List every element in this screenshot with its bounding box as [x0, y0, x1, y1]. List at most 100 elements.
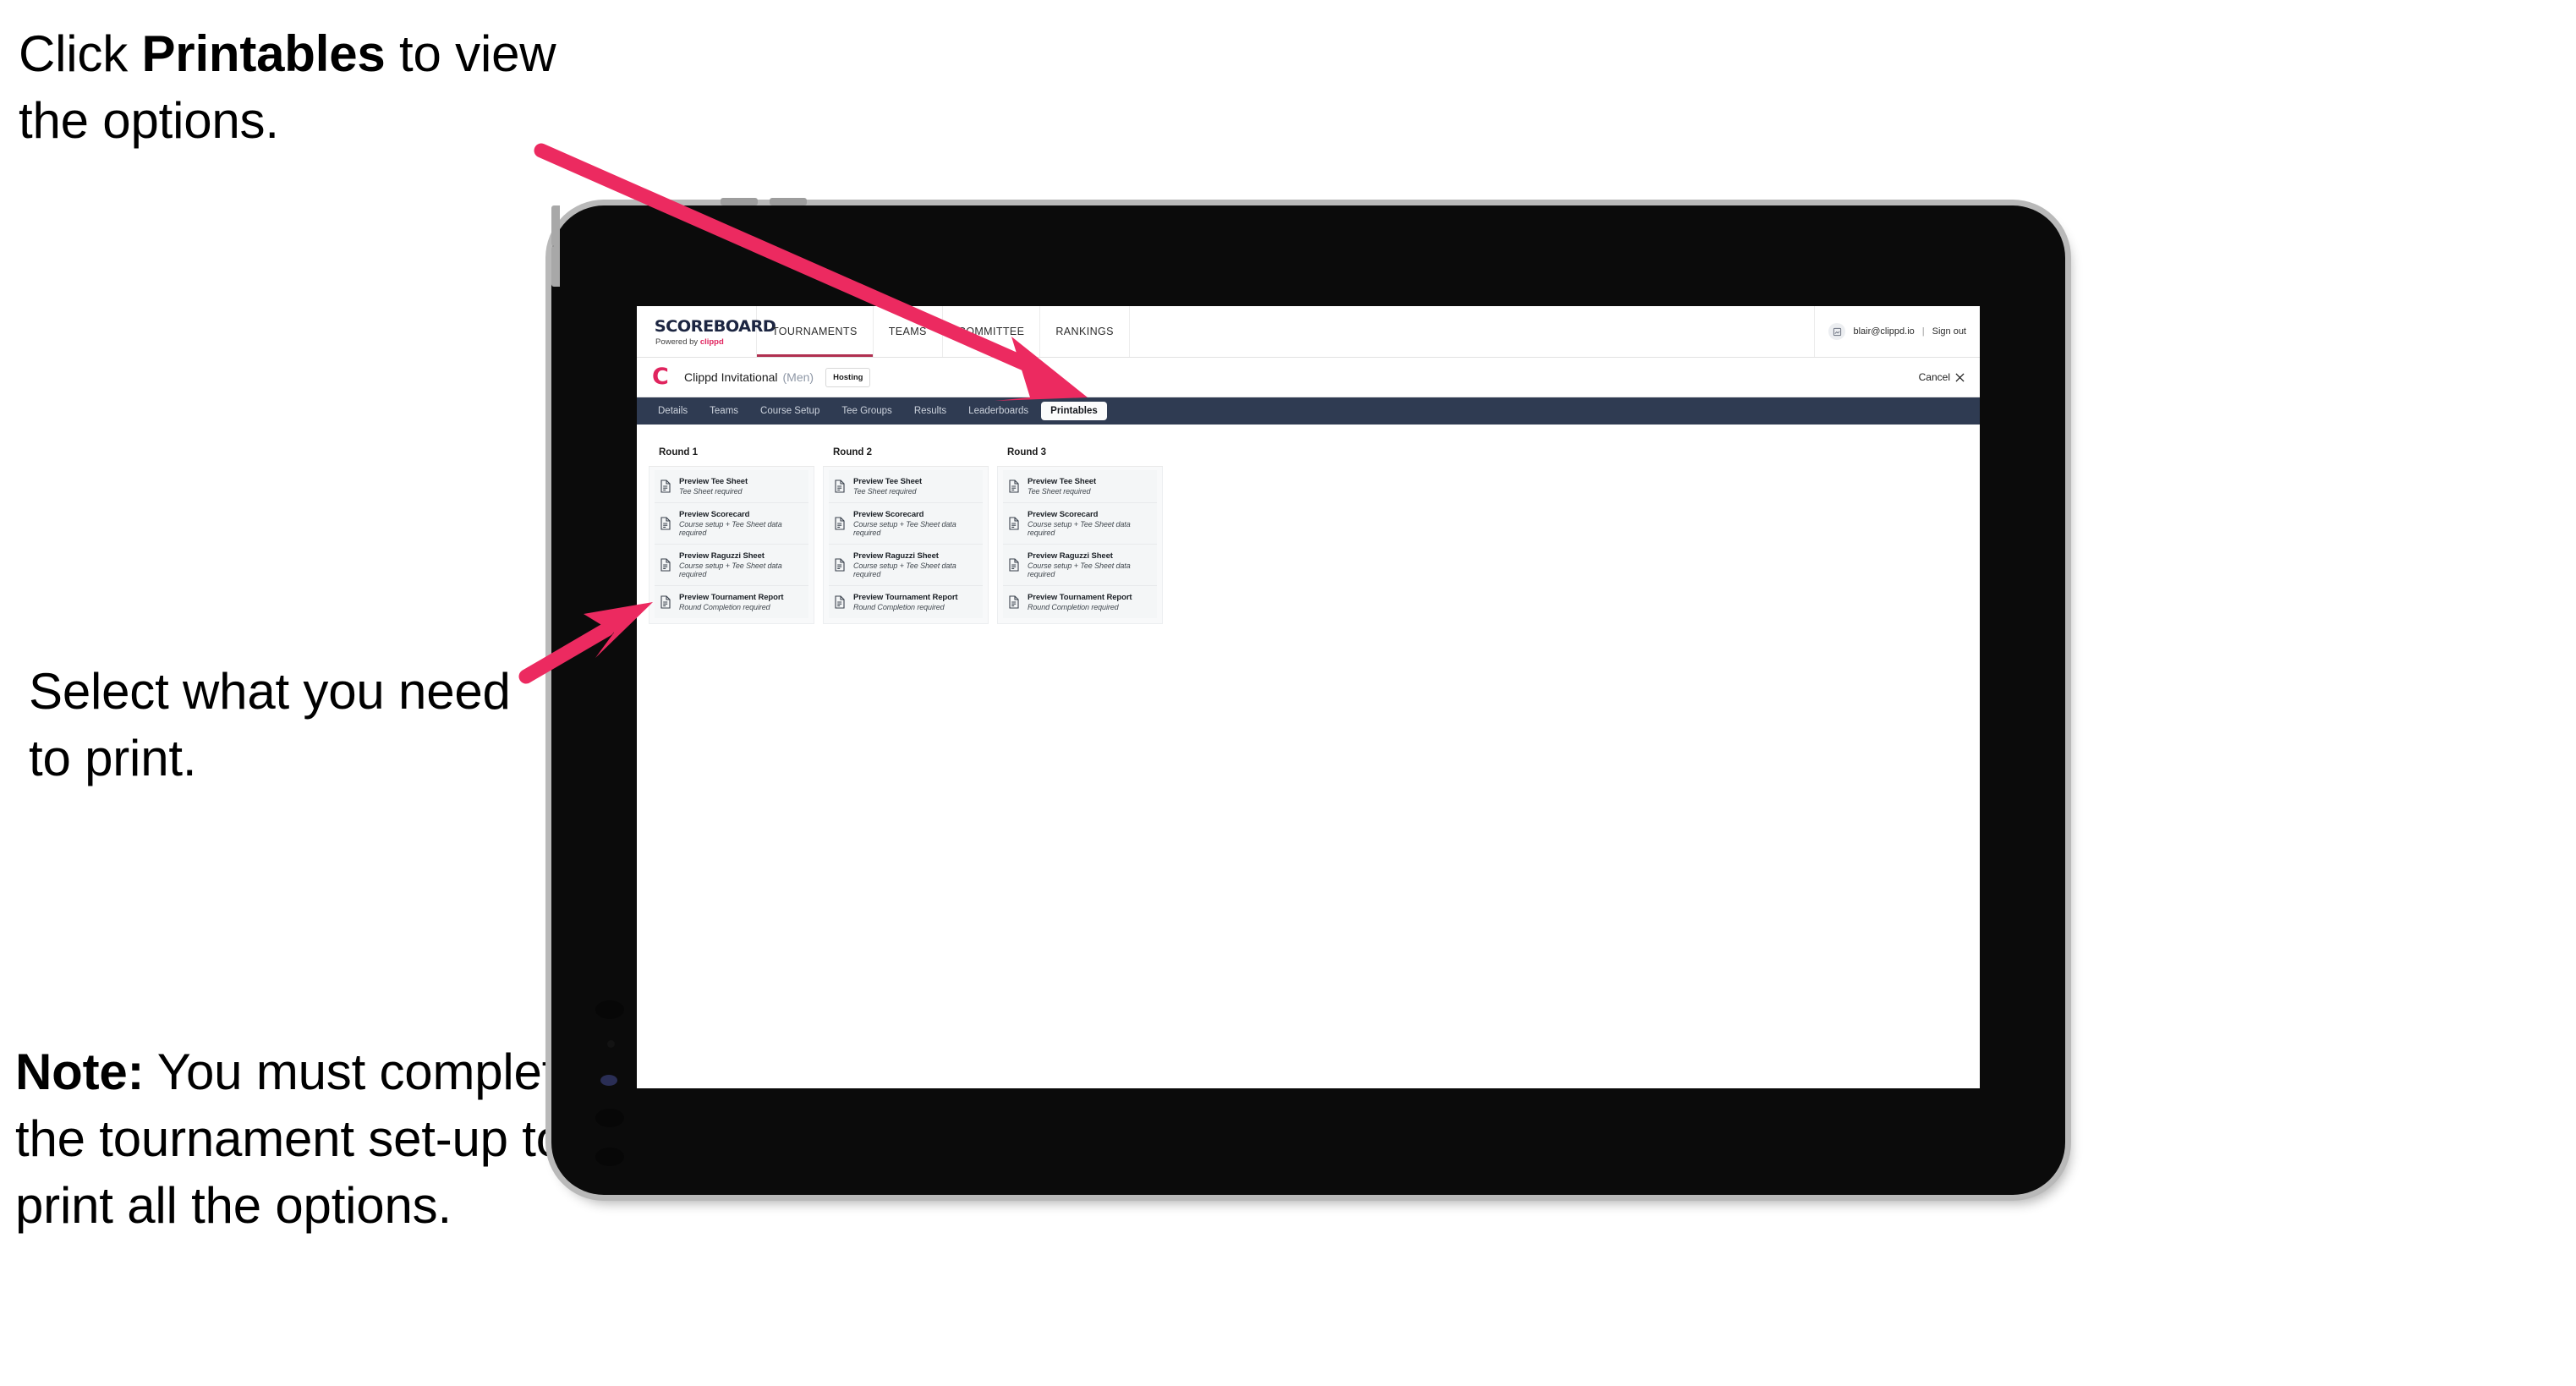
tab-course-setup[interactable]: Course Setup [751, 402, 829, 420]
document-icon [660, 479, 671, 493]
printable-item-scorecard[interactable]: Preview Scorecard Course setup + Tee She… [829, 503, 983, 545]
printable-subtitle: Course setup + Tee Sheet data required [853, 562, 956, 578]
topnav-label: TOURNAMENTS [772, 326, 858, 337]
printable-item-scorecard[interactable]: Preview Scorecard Course setup + Tee She… [655, 503, 808, 545]
tournament-name: Clippd Invitational [684, 370, 778, 384]
round-items: Preview Tee Sheet Tee Sheet required Pre… [649, 467, 814, 624]
clippd-brand-text: clippd [699, 337, 724, 347]
printable-subtitle: Round Completion required [853, 603, 945, 611]
app-screen: SCOREBOARD Powered by clippd TOURNAMENTS… [637, 306, 1980, 1088]
annotation-click-printables: Click Printables to view the options. [19, 20, 577, 154]
printable-item-raguzzi-sheet[interactable]: Preview Raguzzi Sheet Course setup + Tee… [1003, 545, 1157, 586]
printable-item-text: Preview Raguzzi Sheet Course setup + Tee… [853, 551, 978, 578]
topnav-item-rankings[interactable]: RANKINGS [1040, 306, 1130, 357]
round-title: Round 1 [649, 438, 814, 467]
document-icon [835, 517, 845, 530]
printable-item-scorecard[interactable]: Preview Scorecard Course setup + Tee She… [1003, 503, 1157, 545]
printable-item-text: Preview Tournament Report Round Completi… [1028, 593, 1132, 611]
document-icon [835, 479, 845, 493]
tablet-sensor [607, 1040, 615, 1048]
document-icon [1009, 558, 1019, 572]
round-column-2: Round 2 Preview Tee Sheet Tee Sheet requ… [823, 438, 989, 624]
printable-item-tournament-report[interactable]: Preview Tournament Report Round Completi… [1003, 586, 1157, 618]
tab-teams[interactable]: Teams [700, 402, 748, 420]
printable-title: Preview Scorecard [853, 510, 924, 519]
tablet-top-button-2 [770, 198, 807, 205]
printable-subtitle: Course setup + Tee Sheet data required [679, 562, 782, 578]
printable-item-raguzzi-sheet[interactable]: Preview Raguzzi Sheet Course setup + Tee… [655, 545, 808, 586]
round-title: Round 2 [823, 438, 989, 467]
sign-out-link[interactable]: Sign out [1932, 326, 1966, 337]
tablet-volume-down-button [551, 246, 560, 287]
printable-title: Preview Tournament Report [853, 593, 958, 602]
printable-title: Preview Tee Sheet [1028, 477, 1097, 486]
printable-subtitle: Tee Sheet required [1028, 487, 1091, 496]
printable-item-text: Preview Raguzzi Sheet Course setup + Tee… [679, 551, 803, 578]
tab-printables[interactable]: Printables [1041, 402, 1107, 420]
printable-title: Preview Raguzzi Sheet [1028, 551, 1113, 561]
powered-by-text: Powered by [655, 337, 700, 347]
cancel-button[interactable]: Cancel [1919, 371, 1965, 383]
tablet-camera-lens [600, 1075, 617, 1086]
round-title: Round 3 [997, 438, 1163, 467]
printable-item-text: Preview Tee Sheet Tee Sheet required [679, 477, 748, 496]
tab-results[interactable]: Results [905, 402, 956, 420]
close-icon [1955, 372, 1965, 382]
printable-item-tournament-report[interactable]: Preview Tournament Report Round Completi… [655, 586, 808, 618]
document-icon [835, 558, 845, 572]
logo-powered-by: Powered by clippd [655, 337, 756, 347]
rounds-container: Round 1 Preview Tee Sheet Tee Sheet requ… [637, 425, 1980, 624]
printable-item-text: Preview Raguzzi Sheet Course setup + Tee… [1028, 551, 1152, 578]
printable-subtitle: Course setup + Tee Sheet data required [853, 520, 956, 537]
section-tab-bar: Details Teams Course Setup Tee Groups Re… [637, 397, 1980, 425]
annotation-1-bold: Printables [141, 25, 386, 82]
tablet-speaker-grill-2 [595, 1109, 624, 1127]
annotation-note: Note: You must complete the tournament s… [15, 1038, 641, 1240]
tournament-gender: (Men) [782, 370, 814, 384]
printable-title: Preview Scorecard [1028, 510, 1099, 519]
printable-subtitle: Tee Sheet required [853, 487, 917, 496]
scoreboard-logo[interactable]: SCOREBOARD Powered by clippd [637, 306, 776, 357]
tab-details[interactable]: Details [649, 402, 697, 420]
tournament-header-bar: C Clippd Invitational (Men) Hosting Canc… [637, 358, 1980, 397]
user-email-label: blair@clippd.io [1853, 326, 1915, 337]
topnav-label: COMMITTEE [957, 326, 1025, 337]
round-items: Preview Tee Sheet Tee Sheet required Pre… [997, 467, 1163, 624]
printable-item-tee-sheet[interactable]: Preview Tee Sheet Tee Sheet required [655, 470, 808, 503]
tab-leaderboards[interactable]: Leaderboards [959, 402, 1038, 420]
tournament-status-badge: Hosting [825, 367, 871, 387]
tablet-volume-up-button [551, 205, 560, 246]
printable-item-raguzzi-sheet[interactable]: Preview Raguzzi Sheet Course setup + Tee… [829, 545, 983, 586]
topnav-item-teams[interactable]: TEAMS [874, 306, 943, 357]
printable-item-tournament-report[interactable]: Preview Tournament Report Round Completi… [829, 586, 983, 618]
printable-title: Preview Raguzzi Sheet [853, 551, 939, 561]
topnav-label: RANKINGS [1055, 326, 1114, 337]
printable-title: Preview Tee Sheet [853, 477, 923, 486]
topnav-item-tournaments[interactable]: TOURNAMENTS [757, 306, 874, 357]
document-icon [660, 558, 671, 572]
printable-title: Preview Tee Sheet [679, 477, 748, 486]
topnav-spacer [1130, 306, 1816, 357]
printable-item-text: Preview Tournament Report Round Completi… [679, 593, 784, 611]
account-area: blair@clippd.io | Sign out [1815, 306, 1980, 357]
cancel-label: Cancel [1918, 371, 1950, 383]
printable-item-text: Preview Tournament Report Round Completi… [853, 593, 958, 611]
printable-subtitle: Round Completion required [679, 603, 770, 611]
printable-item-tee-sheet[interactable]: Preview Tee Sheet Tee Sheet required [829, 470, 983, 503]
document-icon [1009, 595, 1019, 609]
annotation-1-pre: Click [19, 25, 142, 82]
tab-tee-groups[interactable]: Tee Groups [832, 402, 901, 420]
topnav-item-committee[interactable]: COMMITTEE [943, 306, 1041, 357]
document-icon [660, 595, 671, 609]
user-avatar-icon[interactable] [1828, 323, 1846, 340]
round-column-3: Round 3 Preview Tee Sheet Tee Sheet requ… [997, 438, 1163, 624]
printable-item-tee-sheet[interactable]: Preview Tee Sheet Tee Sheet required [1003, 470, 1157, 503]
document-icon [835, 595, 845, 609]
tablet-device-frame: SCOREBOARD Powered by clippd TOURNAMENTS… [551, 198, 2065, 1195]
printable-item-text: Preview Tee Sheet Tee Sheet required [1028, 477, 1096, 496]
printable-title: Preview Raguzzi Sheet [679, 551, 765, 561]
printable-subtitle: Course setup + Tee Sheet data required [1028, 562, 1131, 578]
round-items: Preview Tee Sheet Tee Sheet required Pre… [823, 467, 989, 624]
printable-title: Preview Tournament Report [1028, 593, 1132, 602]
logo-wordmark: SCOREBOARD [654, 316, 776, 336]
